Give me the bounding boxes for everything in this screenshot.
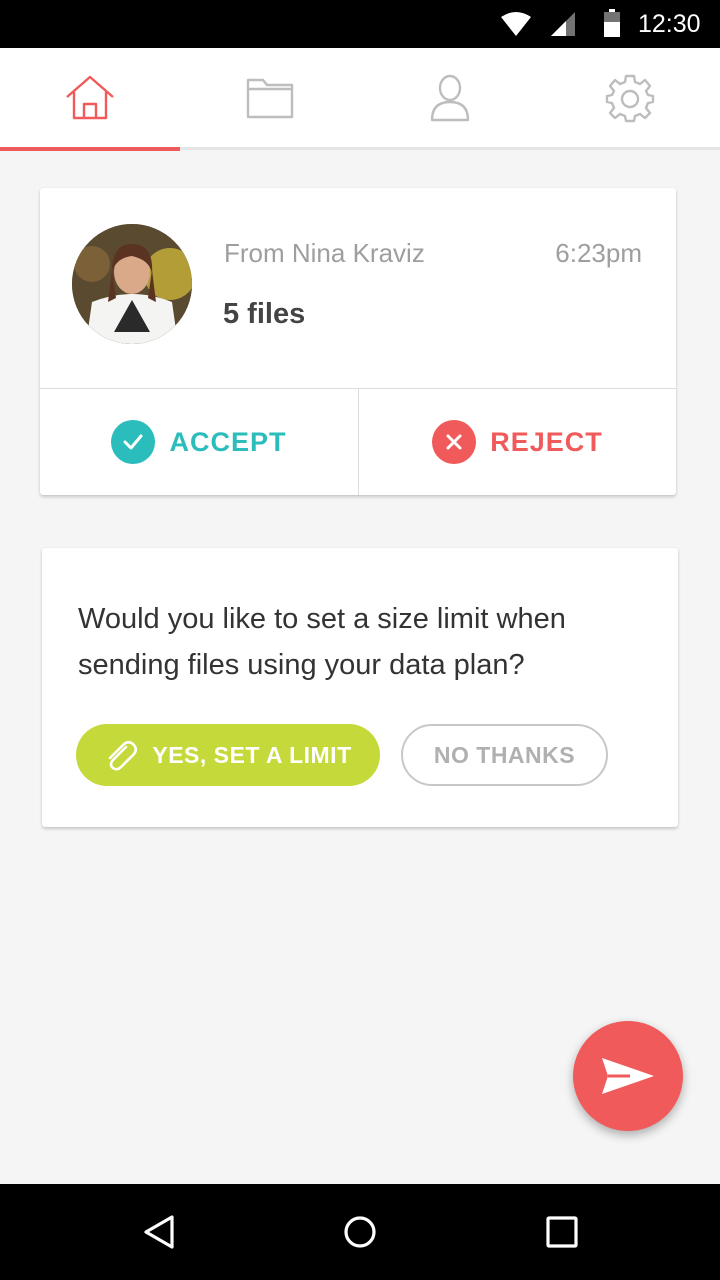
no-thanks-label: NO THANKS <box>433 741 576 768</box>
avatar <box>72 224 192 344</box>
home-icon <box>66 75 114 120</box>
recents-icon <box>546 1216 578 1248</box>
send-icon <box>602 1058 654 1094</box>
tab-home[interactable] <box>0 48 180 148</box>
signal-icon <box>551 12 575 36</box>
size-limit-question: Would you like to set a size limit when … <box>78 603 566 681</box>
sender-name: From Nina Kraviz <box>224 238 425 268</box>
recents-button[interactable] <box>536 1206 588 1258</box>
send-fab[interactable] <box>573 1021 683 1131</box>
battery-icon <box>604 9 620 37</box>
gear-icon <box>605 74 655 123</box>
back-icon <box>144 1215 174 1249</box>
accept-button[interactable]: ACCEPT <box>40 389 358 495</box>
accept-label: ACCEPT <box>169 426 287 457</box>
close-icon <box>432 420 477 464</box>
file-count: 5 files <box>223 298 306 330</box>
no-thanks-button[interactable]: NO THANKS <box>401 724 608 786</box>
size-limit-card: Would you like to set a size limit when … <box>42 548 678 827</box>
set-limit-label: YES, SET A LIMIT <box>152 741 352 768</box>
tab-settings[interactable] <box>540 48 720 148</box>
wifi-icon <box>501 12 531 36</box>
back-button[interactable] <box>134 1206 186 1258</box>
person-icon <box>430 74 470 122</box>
set-limit-button[interactable]: YES, SET A LIMIT <box>76 724 380 786</box>
active-tab-indicator <box>0 147 180 151</box>
clock: 12:30 <box>638 10 701 38</box>
status-bar: 12:30 <box>0 0 720 48</box>
home-circle-icon <box>344 1216 376 1248</box>
reject-label: REJECT <box>490 426 603 457</box>
check-icon <box>111 420 156 464</box>
received-time: 6:23pm <box>555 238 642 268</box>
tab-files[interactable] <box>180 48 360 148</box>
incoming-files-card: From Nina Kraviz 6:23pm 5 files ACCEPT R… <box>40 188 676 495</box>
home-nav-button[interactable] <box>334 1206 386 1258</box>
tab-profile[interactable] <box>360 48 540 148</box>
system-nav-bar <box>0 1184 720 1280</box>
reject-button[interactable]: REJECT <box>359 389 676 495</box>
top-tab-bar <box>0 48 720 151</box>
paperclip-icon <box>109 740 138 771</box>
folder-icon <box>246 78 294 119</box>
